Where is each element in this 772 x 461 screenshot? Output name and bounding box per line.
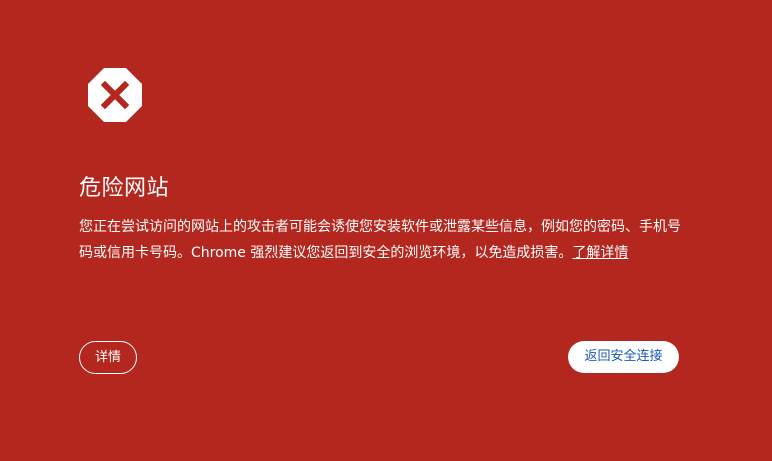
safe-browsing-interstitial: 危险网站 您正在尝试访问的网站上的攻击者可能会诱使您安装软件或泄露某些信息，例如…	[0, 0, 772, 461]
page-title: 危险网站	[79, 176, 170, 201]
back-to-safety-button[interactable]: 返回安全连接	[568, 341, 679, 373]
details-button[interactable]: 详情	[79, 341, 138, 374]
danger-stop-sign-icon	[88, 68, 142, 122]
learn-more-link[interactable]: 了解详情	[572, 245, 628, 261]
warning-message: 您正在尝试访问的网站上的攻击者可能会诱使您安装软件或泄露某些信息，例如您的密码、…	[79, 214, 689, 266]
